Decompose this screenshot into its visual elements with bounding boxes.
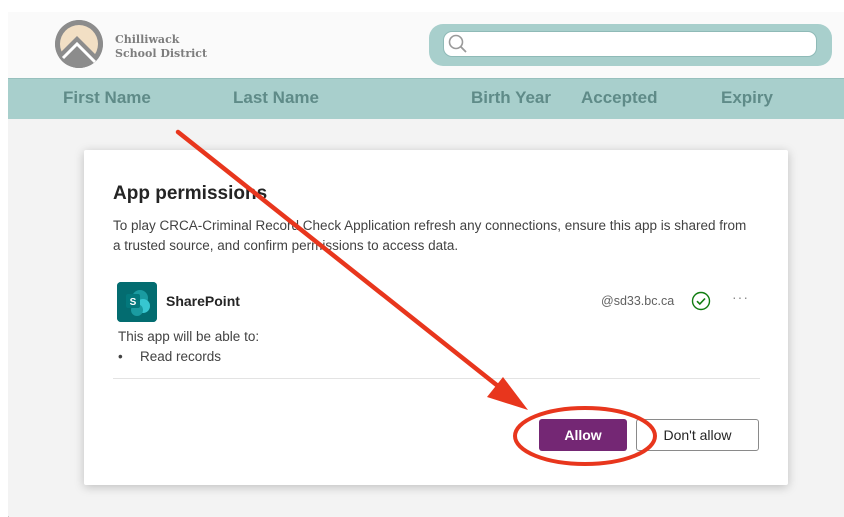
check-circle-icon: [691, 291, 711, 316]
column-header-last-name[interactable]: Last Name: [233, 88, 319, 108]
app-permissions-dialog: App permissions To play CRCA-Criminal Re…: [84, 150, 788, 485]
dialog-description: To play CRCA-Criminal Record Check Appli…: [113, 218, 747, 253]
logo-text: Chilliwack School District: [115, 33, 207, 61]
permission-item: • Read records: [118, 349, 221, 364]
school-district-logo: [55, 20, 103, 68]
allow-button[interactable]: Allow: [539, 419, 627, 451]
column-header-accepted[interactable]: Accepted: [581, 88, 658, 108]
sharepoint-icon: S: [117, 282, 157, 322]
permission-text: Read records: [140, 349, 222, 364]
dialog-divider: [113, 378, 760, 379]
dont-allow-button[interactable]: Don't allow: [636, 419, 759, 451]
column-header-expiry[interactable]: Expiry: [721, 88, 773, 108]
permissions-label: This app will be able to:: [118, 329, 260, 344]
search-icon: [447, 33, 469, 60]
dialog-title: App permissions: [113, 183, 268, 204]
connection-name: SharePoint: [166, 293, 240, 309]
connection-account: @sd33.bc.ca: [601, 294, 675, 308]
logo-line-2: School District: [115, 47, 208, 60]
bullet-icon: •: [118, 349, 123, 364]
more-options-icon[interactable]: ···: [732, 289, 749, 305]
logo-line-1: Chilliwack: [115, 33, 180, 46]
column-header-birth-year[interactable]: Birth Year: [471, 88, 551, 108]
column-header-first-name[interactable]: First Name: [63, 88, 151, 108]
search-input[interactable]: [443, 31, 817, 57]
svg-text:S: S: [130, 297, 137, 308]
